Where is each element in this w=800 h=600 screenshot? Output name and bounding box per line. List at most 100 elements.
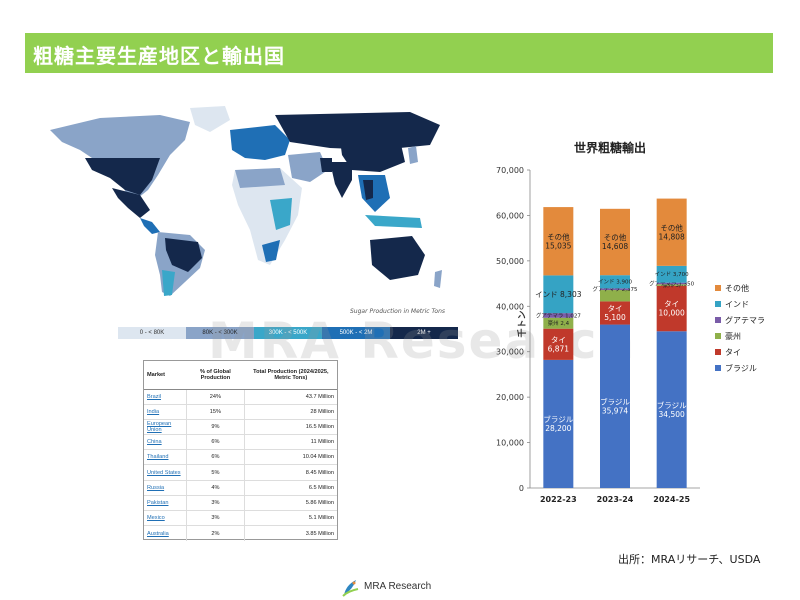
x-tick-label: 2022-23 [540, 495, 577, 504]
table-row: Australia 2% 3.85 Million [144, 525, 337, 541]
market-link[interactable]: Thailand [144, 449, 187, 465]
data-label: タイ [664, 300, 679, 309]
title-bar: 粗糖主要生産地区と輸出国 [25, 33, 773, 73]
page-title: 粗糖主要生産地区と輸出国 [33, 44, 285, 68]
total-cell: 6.5 Million [244, 479, 337, 496]
map-new-zealand [434, 270, 442, 288]
share-cell: 6% [185, 434, 245, 450]
market-link[interactable]: China [144, 434, 187, 450]
market-link[interactable]: Pakistan [144, 494, 187, 511]
data-label: 34,500 [659, 410, 685, 419]
data-label: ブラジル [657, 400, 687, 410]
data-label: ブラジル [600, 396, 630, 406]
y-tick-label: 70,000 [496, 166, 524, 175]
data-label: ブラジル [543, 414, 573, 424]
header-market: Market [144, 361, 187, 390]
table-row: Russia 4% 6.5 Million [144, 479, 337, 496]
market-link[interactable]: Russia [144, 479, 187, 496]
market-link[interactable]: India [144, 403, 187, 420]
logo-text: MRA Research [364, 581, 432, 592]
production-table-wrapper: Market % of Global Production Total Prod… [143, 360, 338, 541]
data-label: 15,035 [545, 241, 571, 250]
legend-swatch [715, 365, 721, 371]
map-japan [408, 146, 418, 164]
total-cell: 28 Million [244, 403, 337, 420]
data-label: 14,808 [659, 232, 685, 241]
legend-label: ブラジル [725, 363, 757, 373]
legend-label: インド [725, 300, 749, 309]
table-row: Pakistan 3% 5.86 Million [144, 494, 337, 511]
data-label: 28,200 [545, 424, 571, 433]
company-logo: MRA Research [340, 577, 470, 597]
legend-swatch [715, 317, 721, 323]
table-row: Thailand 6% 10.04 Million [144, 449, 337, 465]
map-pakistan [320, 158, 332, 172]
table-row: Mexico 3% 5.1 Million [144, 509, 337, 526]
data-label: インド 3,700 [655, 272, 689, 278]
data-label: その他 [604, 232, 627, 242]
data-label: 10,000 [659, 309, 685, 318]
total-cell: 8.45 Million [244, 464, 337, 481]
share-cell: 2% [185, 525, 245, 541]
map-europe [230, 125, 290, 160]
chart-title: 世界粗糖輸出 [574, 140, 646, 155]
map-india [330, 162, 352, 198]
data-label: 35,974 [602, 406, 628, 415]
x-tick-label: 2024-25 [653, 495, 690, 504]
map-central-america [140, 218, 160, 234]
table-row: Brazil 24% 43.7 Million [144, 388, 337, 405]
total-cell: 10.04 Million [244, 449, 337, 465]
data-label: タイ [608, 304, 623, 313]
table-row: European Union 9% 16.5 Million [144, 418, 337, 435]
total-cell: 5.86 Million [244, 494, 337, 511]
table-row: China 6% 11 Million [144, 434, 337, 450]
data-label: 豪州 2,4 [548, 319, 570, 327]
y-tick-label: 10,000 [496, 439, 524, 448]
legend-label: その他 [725, 283, 749, 293]
y-tick-label: 60,000 [496, 211, 524, 220]
total-cell: 43.7 Million [244, 388, 337, 405]
table-header-row: Market % of Global Production Total Prod… [144, 361, 337, 390]
share-cell: 4% [185, 479, 245, 496]
y-tick-label: 40,000 [496, 302, 524, 311]
y-axis-label: 千トン [516, 310, 528, 337]
y-tick-label: 0 [519, 484, 524, 493]
source-note: 出所：MRAリサーチ、USDA [618, 553, 761, 566]
data-label: インド 3,900 [598, 280, 632, 286]
total-cell: 16.5 Million [244, 418, 337, 435]
share-cell: 6% [185, 449, 245, 465]
share-cell: 9% [185, 418, 245, 435]
data-label: 6,871 [548, 344, 570, 353]
share-cell: 24% [185, 388, 245, 405]
total-cell: 3.85 Million [244, 525, 337, 541]
legend-swatch [715, 301, 721, 307]
legend-0: 0 - < 80K [118, 327, 186, 339]
map-usa [85, 158, 160, 195]
table-row: United States 5% 8.45 Million [144, 464, 337, 481]
table-row: India 15% 28 Million [144, 403, 337, 420]
market-link[interactable]: United States [144, 464, 187, 481]
map-africa-north [235, 168, 285, 188]
map-greenland [190, 106, 230, 132]
data-label: その他 [547, 231, 570, 241]
data-label: インド 8,303 [535, 290, 582, 299]
legend-swatch [715, 333, 721, 339]
world-map [50, 106, 442, 296]
x-tick-label: 2023-24 [597, 495, 634, 504]
legend-label: 豪州 [725, 331, 741, 341]
legend-label: グアテマラ [725, 315, 765, 325]
market-link[interactable]: Brazil [144, 388, 187, 405]
legend-label: タイ [725, 348, 741, 357]
export-chart: 世界粗糖輸出 0 10,000 20,000 30,000 40,000 50,000 60,… [496, 140, 765, 504]
share-cell: 3% [185, 509, 245, 526]
rocket-logo-icon [342, 580, 359, 597]
map-australia [370, 236, 425, 280]
market-link[interactable]: European Union [144, 418, 187, 435]
share-cell: 3% [185, 494, 245, 511]
data-label: その他 [660, 222, 683, 232]
share-cell: 15% [185, 403, 245, 420]
y-tick-label: 20,000 [496, 393, 524, 402]
market-link[interactable]: Mexico [144, 509, 187, 526]
market-link[interactable]: Australia [144, 525, 187, 541]
total-cell: 5.1 Million [244, 509, 337, 526]
